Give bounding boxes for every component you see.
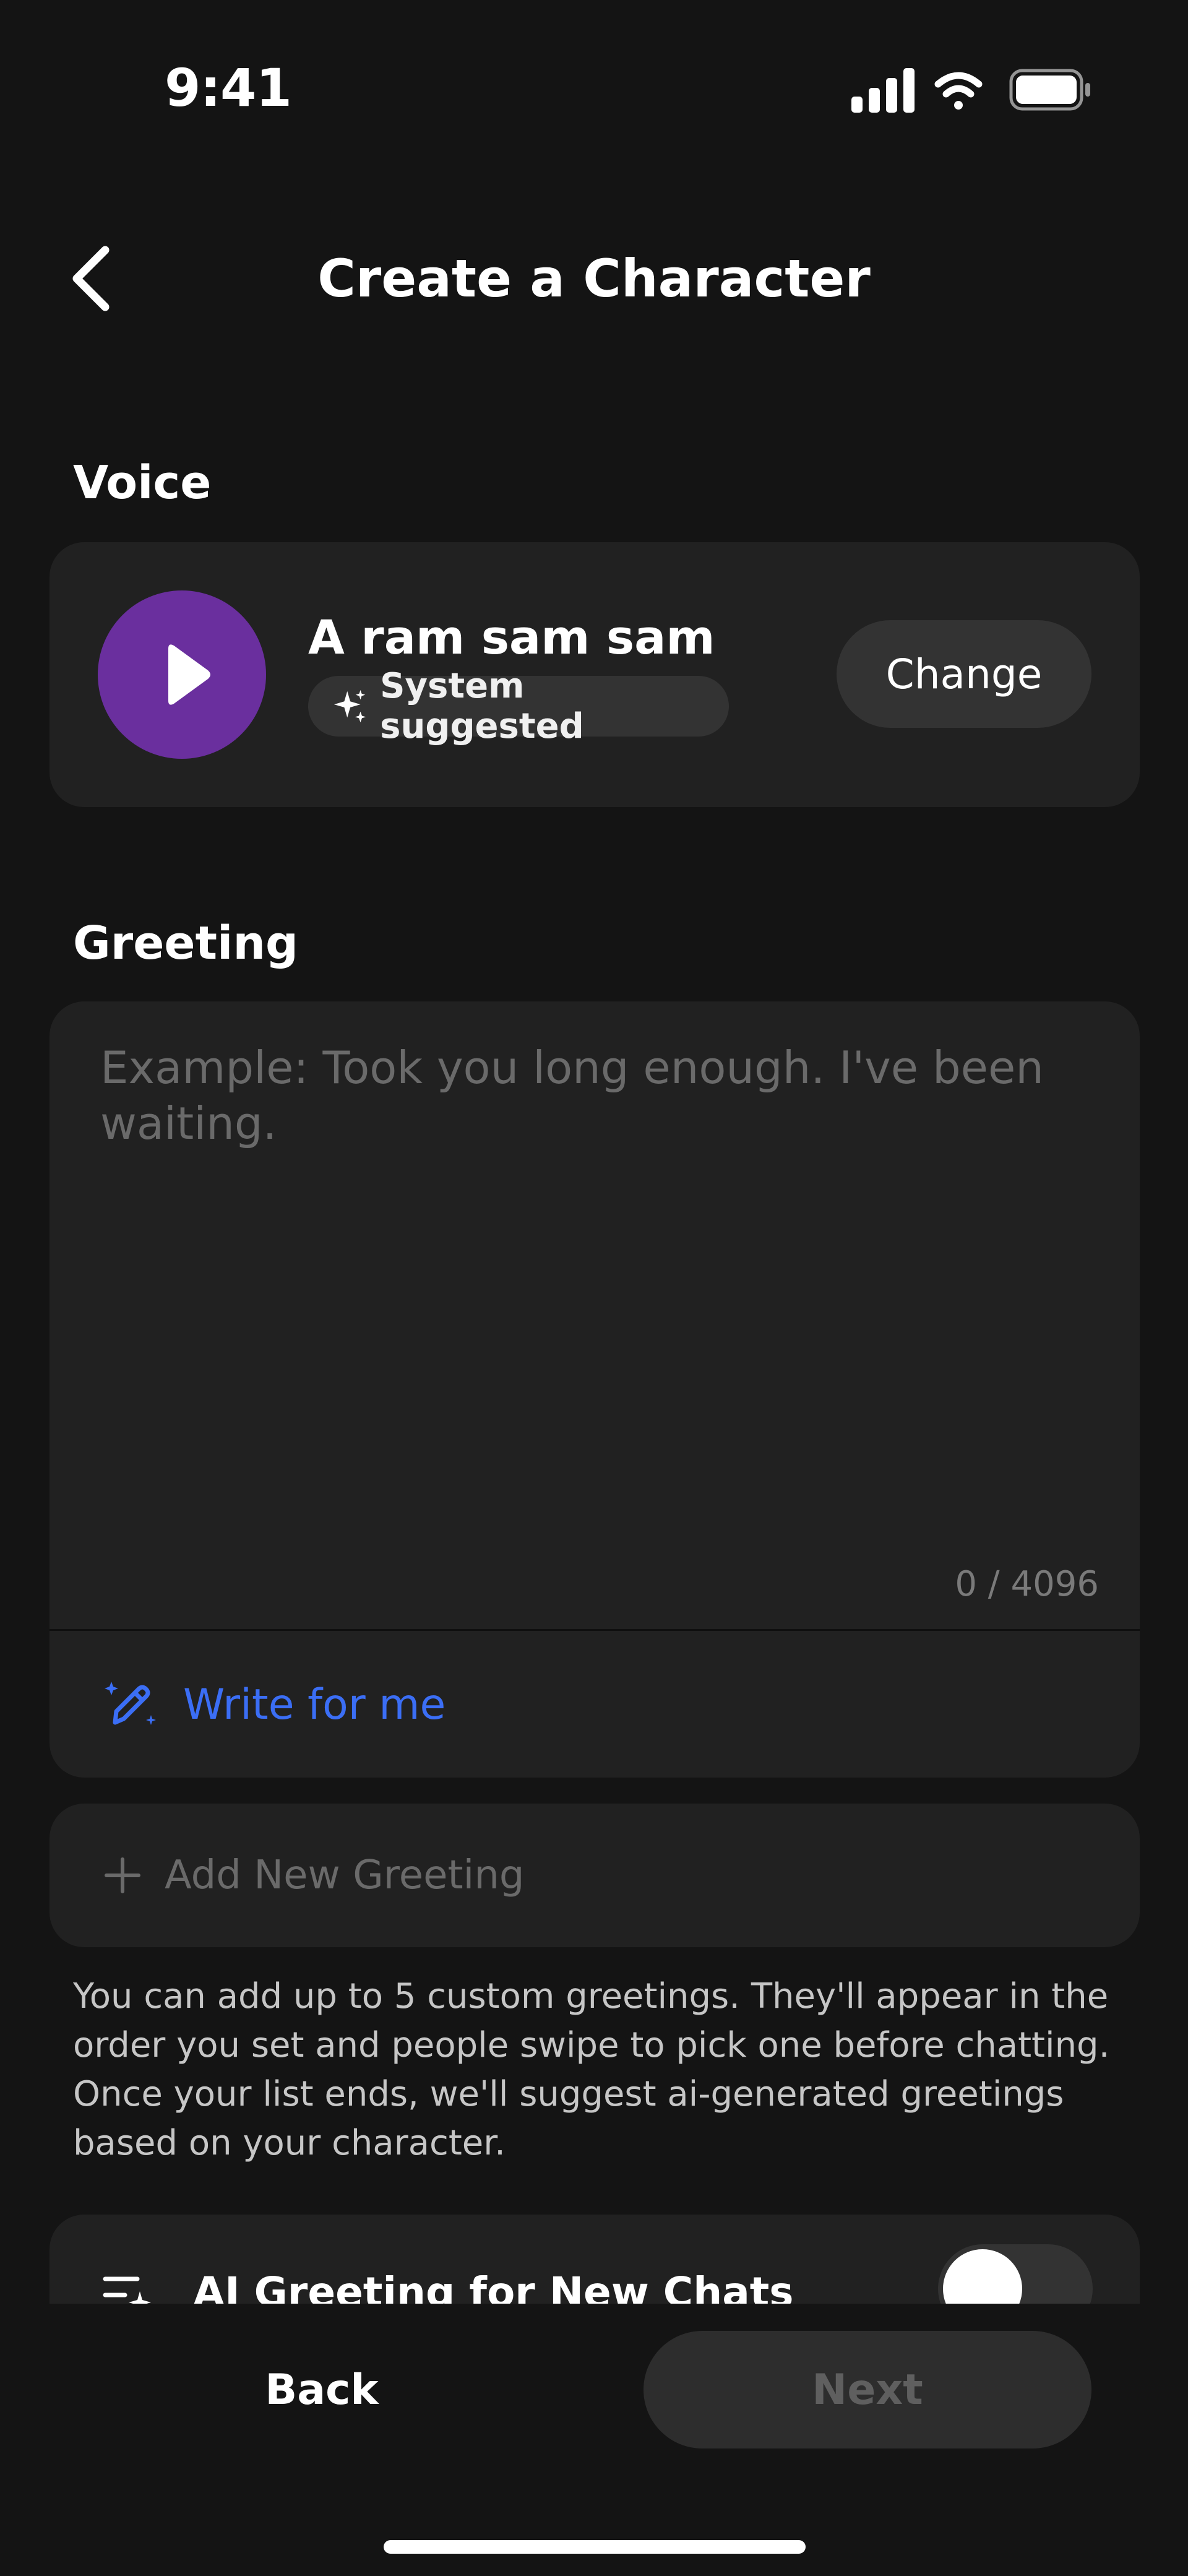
page-title: Create a Character: [317, 248, 871, 309]
greeting-divider: [50, 1629, 1140, 1631]
system-suggested-label: System suggested: [380, 666, 584, 746]
add-new-greeting-label: Add New Greeting: [165, 1852, 525, 1898]
status-time: 9:41: [165, 58, 292, 118]
write-for-me-button[interactable]: Write for me: [50, 1632, 1140, 1778]
next-button[interactable]: Next: [644, 2331, 1091, 2448]
magic-pen-icon: [105, 1682, 156, 1725]
change-voice-button[interactable]: Change: [837, 620, 1091, 728]
back-button[interactable]: Back: [186, 2331, 458, 2448]
play-icon: [168, 644, 210, 705]
greeting-input[interactable]: [100, 1040, 1090, 1547]
system-suggested-badge: System suggested: [308, 666, 729, 746]
sparkle-icon: [334, 689, 366, 723]
greeting-helper-text: You can add up to 5 custom greetings. Th…: [73, 1976, 1110, 2163]
voice-name: A ram sam sam: [308, 610, 715, 665]
add-new-greeting-button[interactable]: Add New Greeting: [50, 1804, 1140, 1947]
write-for-me-label: Write for me: [183, 1680, 446, 1729]
voice-play-button[interactable]: [98, 590, 266, 759]
status-icons: [851, 68, 1090, 113]
battery-icon: [1009, 69, 1090, 111]
greeting-char-count: 0 / 4096: [955, 1564, 1099, 1604]
voice-section-label: Voice: [73, 456, 212, 509]
plus-icon: [105, 1857, 140, 1893]
home-indicator: [384, 2540, 806, 2554]
greeting-section-label: Greeting: [73, 917, 299, 970]
cellular-signal-icon: [851, 68, 915, 113]
wifi-icon: [934, 72, 983, 110]
